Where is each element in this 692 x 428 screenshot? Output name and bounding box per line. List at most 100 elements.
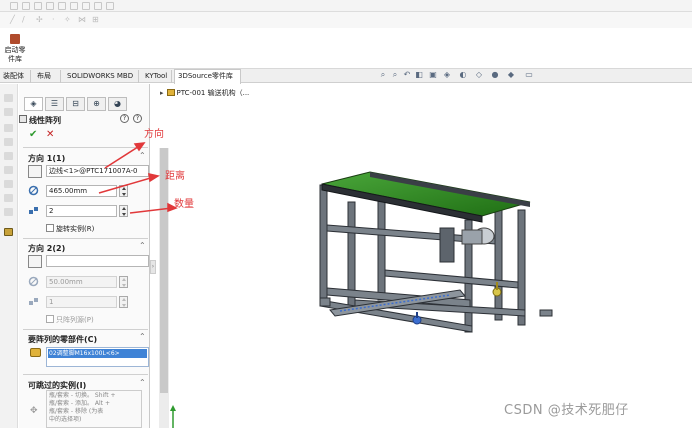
feature-manager-tab-icon[interactable]: ◈ xyxy=(24,97,43,111)
library-icon xyxy=(10,34,20,44)
configuration-manager-tab-icon[interactable]: ⊟ xyxy=(66,97,85,111)
linear-pattern-tool-icon[interactable] xyxy=(4,228,13,236)
toolbar-ghost-icon[interactable] xyxy=(82,2,90,10)
toolbar-icon[interactable] xyxy=(4,208,13,216)
tab-3dsource[interactable]: 3DSource零件库 xyxy=(174,69,241,84)
divider xyxy=(23,238,148,239)
reverse-direction1-button[interactable] xyxy=(28,165,42,178)
toolbar-icon[interactable] xyxy=(4,124,13,132)
pattern-seed-only-label: 只阵列源(P) xyxy=(56,316,94,324)
cancel-button[interactable]: ✕ xyxy=(46,129,54,140)
fx-tool-icon[interactable]: ✧ xyxy=(64,16,72,24)
toolbar-ghost-icon[interactable] xyxy=(22,2,30,10)
collapse-chevron-icon[interactable]: ⌃ xyxy=(139,241,146,250)
conveyor-3d-model[interactable] xyxy=(300,150,560,340)
skip-instances-list[interactable]: 瓶/套索 - 切换。 Shift + 瓶/套索 - 添加。 Alt + 瓶/套索… xyxy=(46,390,142,428)
toolbar-ghost-icon[interactable] xyxy=(34,2,42,10)
appearance-icon[interactable]: ● xyxy=(490,70,500,80)
watermark: CSDN @技术死肥仔 xyxy=(504,403,629,418)
collapse-chevron-icon[interactable]: ⌃ xyxy=(139,332,146,341)
dynamic-annotation-icon[interactable]: ▣ xyxy=(428,70,438,80)
assembly-icon xyxy=(166,89,175,96)
count2-spinner[interactable] xyxy=(119,296,128,308)
direction2-spacing-field[interactable]: 50.00mm xyxy=(46,276,117,288)
scene-icon[interactable]: ◆ xyxy=(506,70,516,80)
collapse-panel-handle[interactable]: › xyxy=(150,260,156,274)
components-header[interactable]: 要阵列的零部件(C) xyxy=(28,334,97,345)
tab-assembly[interactable]: 装配体 xyxy=(0,70,31,83)
previous-view-icon[interactable]: ↶ xyxy=(402,70,412,80)
toolbar-ghost-icon[interactable] xyxy=(58,2,66,10)
toolbar-ghost-icon[interactable] xyxy=(46,2,54,10)
reverse-direction2-button[interactable] xyxy=(28,255,42,268)
zoom-fit-icon[interactable]: ⌕ xyxy=(378,70,388,80)
tab-layout[interactable]: 布局 xyxy=(34,70,61,83)
direction2-header[interactable]: 方向 2(2) xyxy=(28,243,65,254)
toolbar-icon[interactable] xyxy=(4,94,13,102)
instances-icon xyxy=(29,207,38,214)
zoom-area-icon[interactable]: ⌕ xyxy=(390,70,400,80)
linear-pattern-icon xyxy=(19,115,27,123)
display-style-icon[interactable]: ◐ xyxy=(458,70,468,80)
toolbar-icon[interactable] xyxy=(4,138,13,146)
spacing2-icon xyxy=(28,276,39,287)
distance-annotation: 距离 xyxy=(165,171,185,182)
toolbar-icon[interactable] xyxy=(4,194,13,202)
tab-mbd[interactable]: SOLIDWORKS MBD xyxy=(64,70,139,83)
selected-component-item[interactable]: 02调整脚M16x100L<6> xyxy=(48,349,147,358)
leg-front-left xyxy=(319,184,328,301)
divider xyxy=(23,329,148,330)
top-toolbar-strip xyxy=(0,0,692,12)
toolbar-icon[interactable] xyxy=(4,108,13,116)
divider xyxy=(23,374,148,375)
dimxpert-tab-icon[interactable]: ⊕ xyxy=(87,97,106,111)
display-manager-tab-icon[interactable]: ◕ xyxy=(108,97,127,111)
detailed-preview-icon[interactable]: ? xyxy=(133,114,142,123)
toolbar-ghost-icon[interactable] xyxy=(106,2,114,10)
reference-triad-icon xyxy=(170,405,176,428)
instances2-icon xyxy=(29,298,38,305)
launch-label-line2: 件库 xyxy=(8,55,22,63)
motor-body xyxy=(461,229,483,245)
property-manager-tab-icon[interactable]: ☰ xyxy=(45,97,64,111)
toolbar-ghost-icon[interactable] xyxy=(10,2,18,10)
rotate-instances-checkbox[interactable] xyxy=(46,224,54,232)
leg-back-right xyxy=(494,199,503,321)
foot-plate-left xyxy=(319,297,331,307)
toolbar-ghost-icon[interactable] xyxy=(70,2,78,10)
view-settings-icon[interactable]: ▭ xyxy=(524,70,534,80)
view-orientation-icon[interactable]: ◈ xyxy=(442,70,452,80)
tab-kytool[interactable]: KYTool xyxy=(142,70,172,83)
direction1-header[interactable]: 方向 1(1) xyxy=(28,153,65,164)
sketch-toolbar-row: ╱ / ✢ · ✧ ⋈ ⊞ xyxy=(0,12,692,28)
components-list[interactable]: 02调整脚M16x100L<6> xyxy=(46,347,149,367)
feature-tree-root[interactable]: ▸ PTC-001 输送机构（... xyxy=(160,88,249,98)
branch-tool-icon[interactable]: ✢ xyxy=(36,16,44,24)
direction2-edge-field[interactable] xyxy=(46,255,149,267)
section-view-icon[interactable]: ◧ xyxy=(414,70,424,80)
grid-tool-icon[interactable]: ⊞ xyxy=(92,16,100,24)
help-icon[interactable]: ? xyxy=(120,114,129,123)
quantity-arrow xyxy=(129,207,173,214)
panel-title: 线性阵列 xyxy=(29,116,61,125)
toolbar-ghost-icon[interactable] xyxy=(94,2,102,10)
link-tool-icon[interactable]: ⋈ xyxy=(78,16,86,24)
dot-tool-icon[interactable]: · xyxy=(52,16,60,24)
assembly-name: PTC-001 输送机构（... xyxy=(176,89,250,97)
ok-button[interactable]: ✔ xyxy=(29,129,37,140)
distance-arrow xyxy=(98,176,155,194)
spacing-icon xyxy=(28,185,39,196)
toolbar-icon[interactable] xyxy=(4,180,13,188)
toolbar-icon[interactable] xyxy=(4,152,13,160)
direction-annotation: 方向 xyxy=(144,129,164,140)
launch-part-library-button[interactable]: 启动零 件库 xyxy=(2,34,28,64)
hide-show-icon[interactable]: ◇ xyxy=(474,70,484,80)
expand-arrow-icon[interactable]: ▸ xyxy=(160,89,164,97)
spacing2-spinner[interactable] xyxy=(119,276,128,288)
direction2-count-field[interactable]: 1 xyxy=(46,296,117,308)
line-tool-icon[interactable]: ╱ xyxy=(10,16,18,24)
slash-tool-icon[interactable]: / xyxy=(22,16,30,24)
toolbar-icon[interactable] xyxy=(4,166,13,174)
pattern-seed-only-checkbox[interactable] xyxy=(46,315,54,323)
collapse-chevron-icon[interactable]: ⌃ xyxy=(139,378,146,387)
